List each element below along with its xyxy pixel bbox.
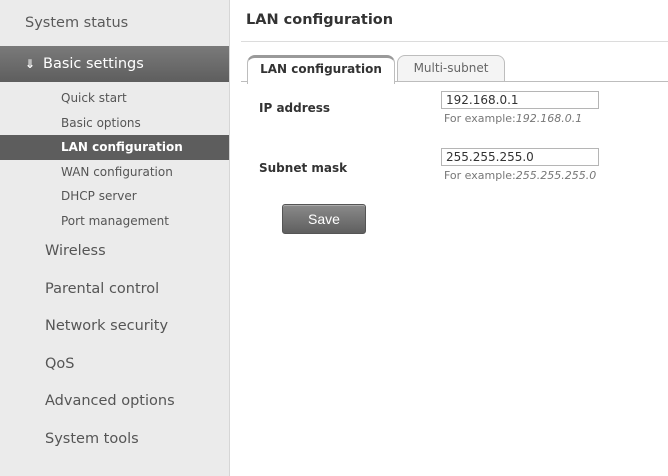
sidebar-submenu: Quick start Basic options LAN configurat… <box>0 82 229 233</box>
sidebar-item-parental-control[interactable]: Parental control <box>0 271 229 309</box>
hint-example: 192.168.0.1 <box>515 112 583 125</box>
tab-bar: LAN configuration Multi-subnet <box>241 55 668 84</box>
save-button[interactable]: Save <box>282 204 366 234</box>
tab-lan-configuration[interactable]: LAN configuration <box>247 55 395 84</box>
subnet-mask-input[interactable] <box>441 148 599 166</box>
hint-example: 255.255.255.0 <box>515 169 597 182</box>
subnet-mask-hint: For example:255.255.255.0 <box>444 169 596 182</box>
subnet-mask-label: Subnet mask <box>259 161 348 175</box>
double-chevron-down-icon: ⇓ <box>25 57 36 71</box>
hint-prefix: For example: <box>444 112 516 125</box>
ip-address-label: IP address <box>259 101 331 115</box>
sidebar-subitem-wan-configuration[interactable]: WAN configuration <box>0 160 229 185</box>
sidebar-item-network-security[interactable]: Network security <box>0 308 229 346</box>
sidebar-item-advanced-options[interactable]: Advanced options <box>0 383 229 421</box>
ip-address-hint: For example:192.168.0.1 <box>444 112 582 125</box>
sidebar-item-qos[interactable]: QoS <box>0 346 229 384</box>
tab-multi-subnet[interactable]: Multi-subnet <box>397 55 505 81</box>
ip-address-input[interactable] <box>441 91 599 109</box>
sidebar-subitem-lan-configuration[interactable]: LAN configuration <box>0 135 229 160</box>
sidebar-subitem-basic-options[interactable]: Basic options <box>0 111 229 136</box>
sidebar-group-basic-settings[interactable]: ⇓ Basic settings <box>0 46 229 82</box>
main-panel: LAN configuration LAN configuration Mult… <box>229 0 668 476</box>
sidebar-item-system-status[interactable]: System status <box>0 0 229 46</box>
sidebar: System status ⇓ Basic settings Quick star… <box>0 0 230 476</box>
sidebar-subitem-quick-start[interactable]: Quick start <box>0 86 229 111</box>
sidebar-subitem-port-management[interactable]: Port management <box>0 209 229 234</box>
title-divider <box>241 41 668 42</box>
sidebar-group-label: Basic settings <box>43 56 144 72</box>
sidebar-item-wireless[interactable]: Wireless <box>0 233 229 271</box>
sidebar-item-system-tools[interactable]: System tools <box>0 421 229 459</box>
hint-prefix: For example: <box>444 169 516 182</box>
sidebar-subitem-dhcp-server[interactable]: DHCP server <box>0 184 229 209</box>
page-title: LAN configuration <box>246 12 394 28</box>
